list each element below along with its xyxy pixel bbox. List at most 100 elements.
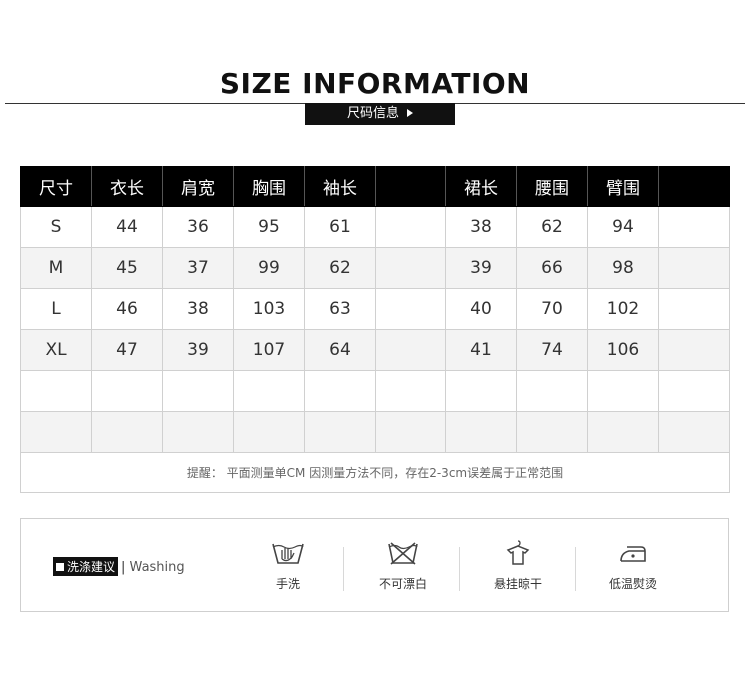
hand-wash-icon [272, 543, 304, 564]
care-item-hang-dry: 悬挂晾干 [478, 539, 558, 592]
table-cell: 70 [516, 288, 588, 330]
table-cell: 40 [445, 288, 517, 330]
table-cell: 47 [91, 329, 163, 371]
header-cell: 袖长 [304, 166, 376, 207]
care-item-hand-wash: 手洗 [248, 539, 328, 592]
table-cell: 41 [445, 329, 517, 371]
table-cell: 66 [516, 247, 588, 289]
table-cell [658, 370, 730, 412]
care-label-badge: 洗涤建议 [53, 557, 119, 576]
table-cell [658, 206, 730, 248]
table-cell [587, 411, 659, 453]
table-cell: 37 [162, 247, 234, 289]
table-cell: 63 [304, 288, 376, 330]
table-cell: 99 [233, 247, 305, 289]
subtitle-tag: 尺码信息 [305, 103, 455, 125]
care-item-low-iron: 低温熨烫 [593, 539, 673, 592]
hang-dry-icon [506, 540, 530, 565]
table-cell [233, 370, 305, 412]
subtitle-text: 尺码信息 [346, 106, 399, 121]
play-arrow-icon [407, 109, 413, 117]
table-cell: 106 [587, 329, 659, 371]
header-cell: 尺寸 [20, 166, 92, 207]
table-row [20, 411, 730, 453]
table-row: S 44 36 95 61 38 62 94 [20, 206, 730, 248]
header-cell [658, 166, 730, 207]
table-cell [162, 411, 234, 453]
table-cell: 95 [233, 206, 305, 248]
care-divider [459, 547, 460, 591]
header-cell: 胸围 [233, 166, 305, 207]
table-cell: 94 [587, 206, 659, 248]
care-divider [343, 547, 344, 591]
header-cell: 衣长 [91, 166, 163, 207]
table-cell [375, 288, 446, 330]
table-cell [304, 370, 376, 412]
header-cell: 肩宽 [162, 166, 234, 207]
no-bleach-icon [388, 542, 418, 565]
care-item-no-bleach: 不可漂白 [363, 539, 443, 592]
square-bullet-icon [56, 563, 64, 571]
table-cell [375, 329, 446, 371]
header-cell: 裙长 [445, 166, 517, 207]
table-cell: 103 [233, 288, 305, 330]
care-label-cn: 洗涤建议 [67, 560, 116, 574]
table-header-row: 尺寸 衣长 肩宽 胸围 袖长 裙长 腰围 臂围 [20, 166, 730, 207]
table-cell: 39 [445, 247, 517, 289]
table-cell: 39 [162, 329, 234, 371]
table-cell: 38 [162, 288, 234, 330]
table-cell [658, 288, 730, 330]
table-cell: M [20, 247, 92, 289]
table-cell [658, 411, 730, 453]
table-cell [587, 370, 659, 412]
table-cell: 36 [162, 206, 234, 248]
page-title: SIZE INFORMATION [219, 67, 531, 100]
table-cell [304, 411, 376, 453]
table-cell: 61 [304, 206, 376, 248]
table-cell: 98 [587, 247, 659, 289]
table-cell [91, 411, 163, 453]
table-cell [445, 370, 517, 412]
table-cell [375, 247, 446, 289]
care-item-label: 低温熨烫 [608, 577, 657, 591]
care-panel: 洗涤建议 | Washing 手洗 不可漂白 悬挂晾干 低温熨烫 [20, 518, 729, 612]
table-cell [658, 329, 730, 371]
care-label-en: Washing [129, 560, 185, 575]
table-row: XL 47 39 107 64 41 74 106 [20, 329, 730, 371]
table-cell [375, 411, 446, 453]
measurement-note: 提醒： 平面测量单CM 因测量方法不同，存在2-3cm误差属于正常范围 [20, 452, 730, 493]
header-cell: 臂围 [587, 166, 659, 207]
table-cell [20, 370, 92, 412]
table-row: M 45 37 99 62 39 66 98 [20, 247, 730, 289]
care-label-separator: | [121, 560, 126, 575]
table-cell: 46 [91, 288, 163, 330]
care-item-label: 不可漂白 [378, 577, 427, 591]
table-cell: 64 [304, 329, 376, 371]
care-item-label: 手洗 [275, 577, 300, 591]
table-cell [516, 370, 588, 412]
header-cell: 腰围 [516, 166, 588, 207]
table-cell [20, 411, 92, 453]
table-cell [233, 411, 305, 453]
size-table: 尺寸 衣长 肩宽 胸围 袖长 裙长 腰围 臂围 S 44 36 95 61 38… [20, 166, 730, 493]
table-cell: 62 [516, 206, 588, 248]
table-cell: 74 [516, 329, 588, 371]
table-cell: 38 [445, 206, 517, 248]
table-cell: 44 [91, 206, 163, 248]
table-row: L 46 38 103 63 40 70 102 [20, 288, 730, 330]
header-cell [375, 166, 446, 207]
table-cell [91, 370, 163, 412]
table-cell: 102 [587, 288, 659, 330]
table-cell: 45 [91, 247, 163, 289]
table-cell [516, 411, 588, 453]
table-cell [658, 247, 730, 289]
table-cell: S [20, 206, 92, 248]
note-row: 提醒： 平面测量单CM 因测量方法不同，存在2-3cm误差属于正常范围 [20, 452, 730, 493]
table-cell: 107 [233, 329, 305, 371]
care-item-label: 悬挂晾干 [493, 577, 542, 591]
care-divider [575, 547, 576, 591]
low-iron-icon [620, 546, 646, 562]
table-cell [375, 206, 446, 248]
table-row [20, 370, 730, 412]
table-cell [445, 411, 517, 453]
